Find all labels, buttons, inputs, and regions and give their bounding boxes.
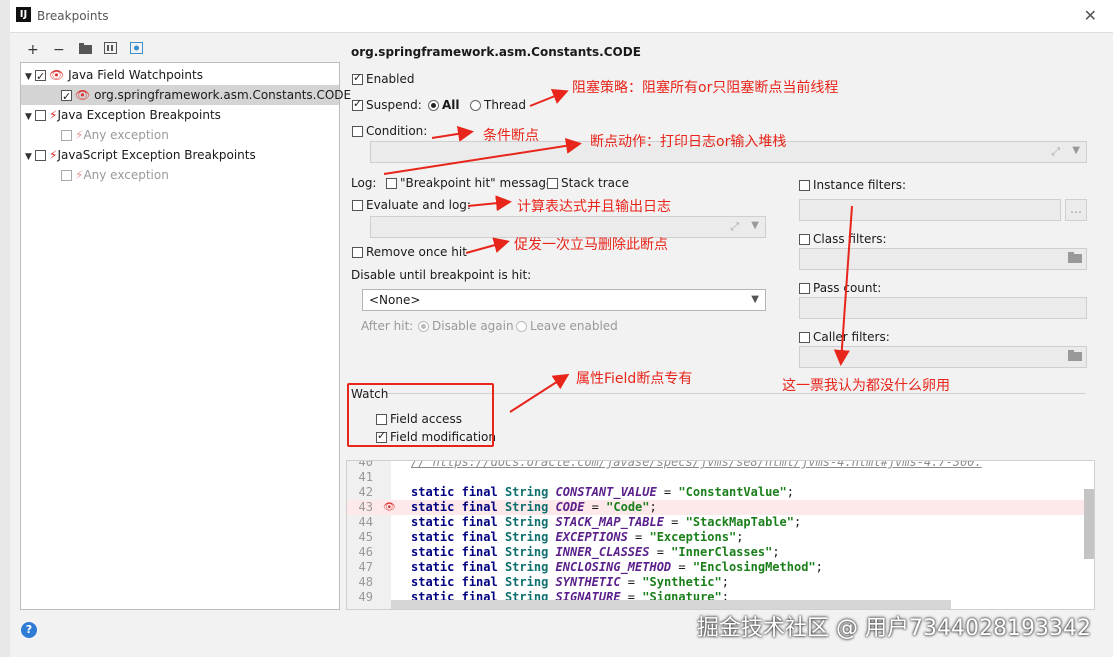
- arrow-action: [383, 137, 582, 175]
- arrow-field: [509, 373, 570, 413]
- help-icon[interactable]: ?: [21, 622, 37, 638]
- arrow-remove: [465, 237, 510, 254]
- arrow-condition: [431, 125, 474, 142]
- annotation-arrows: [383, 89, 853, 413]
- arrow-filters: [833, 205, 853, 366]
- arrow-suspend: [529, 89, 569, 107]
- watermark: 掘金技术社区 @ 用户7344028193342: [697, 616, 1091, 641]
- arrow-evaluate: [467, 195, 512, 212]
